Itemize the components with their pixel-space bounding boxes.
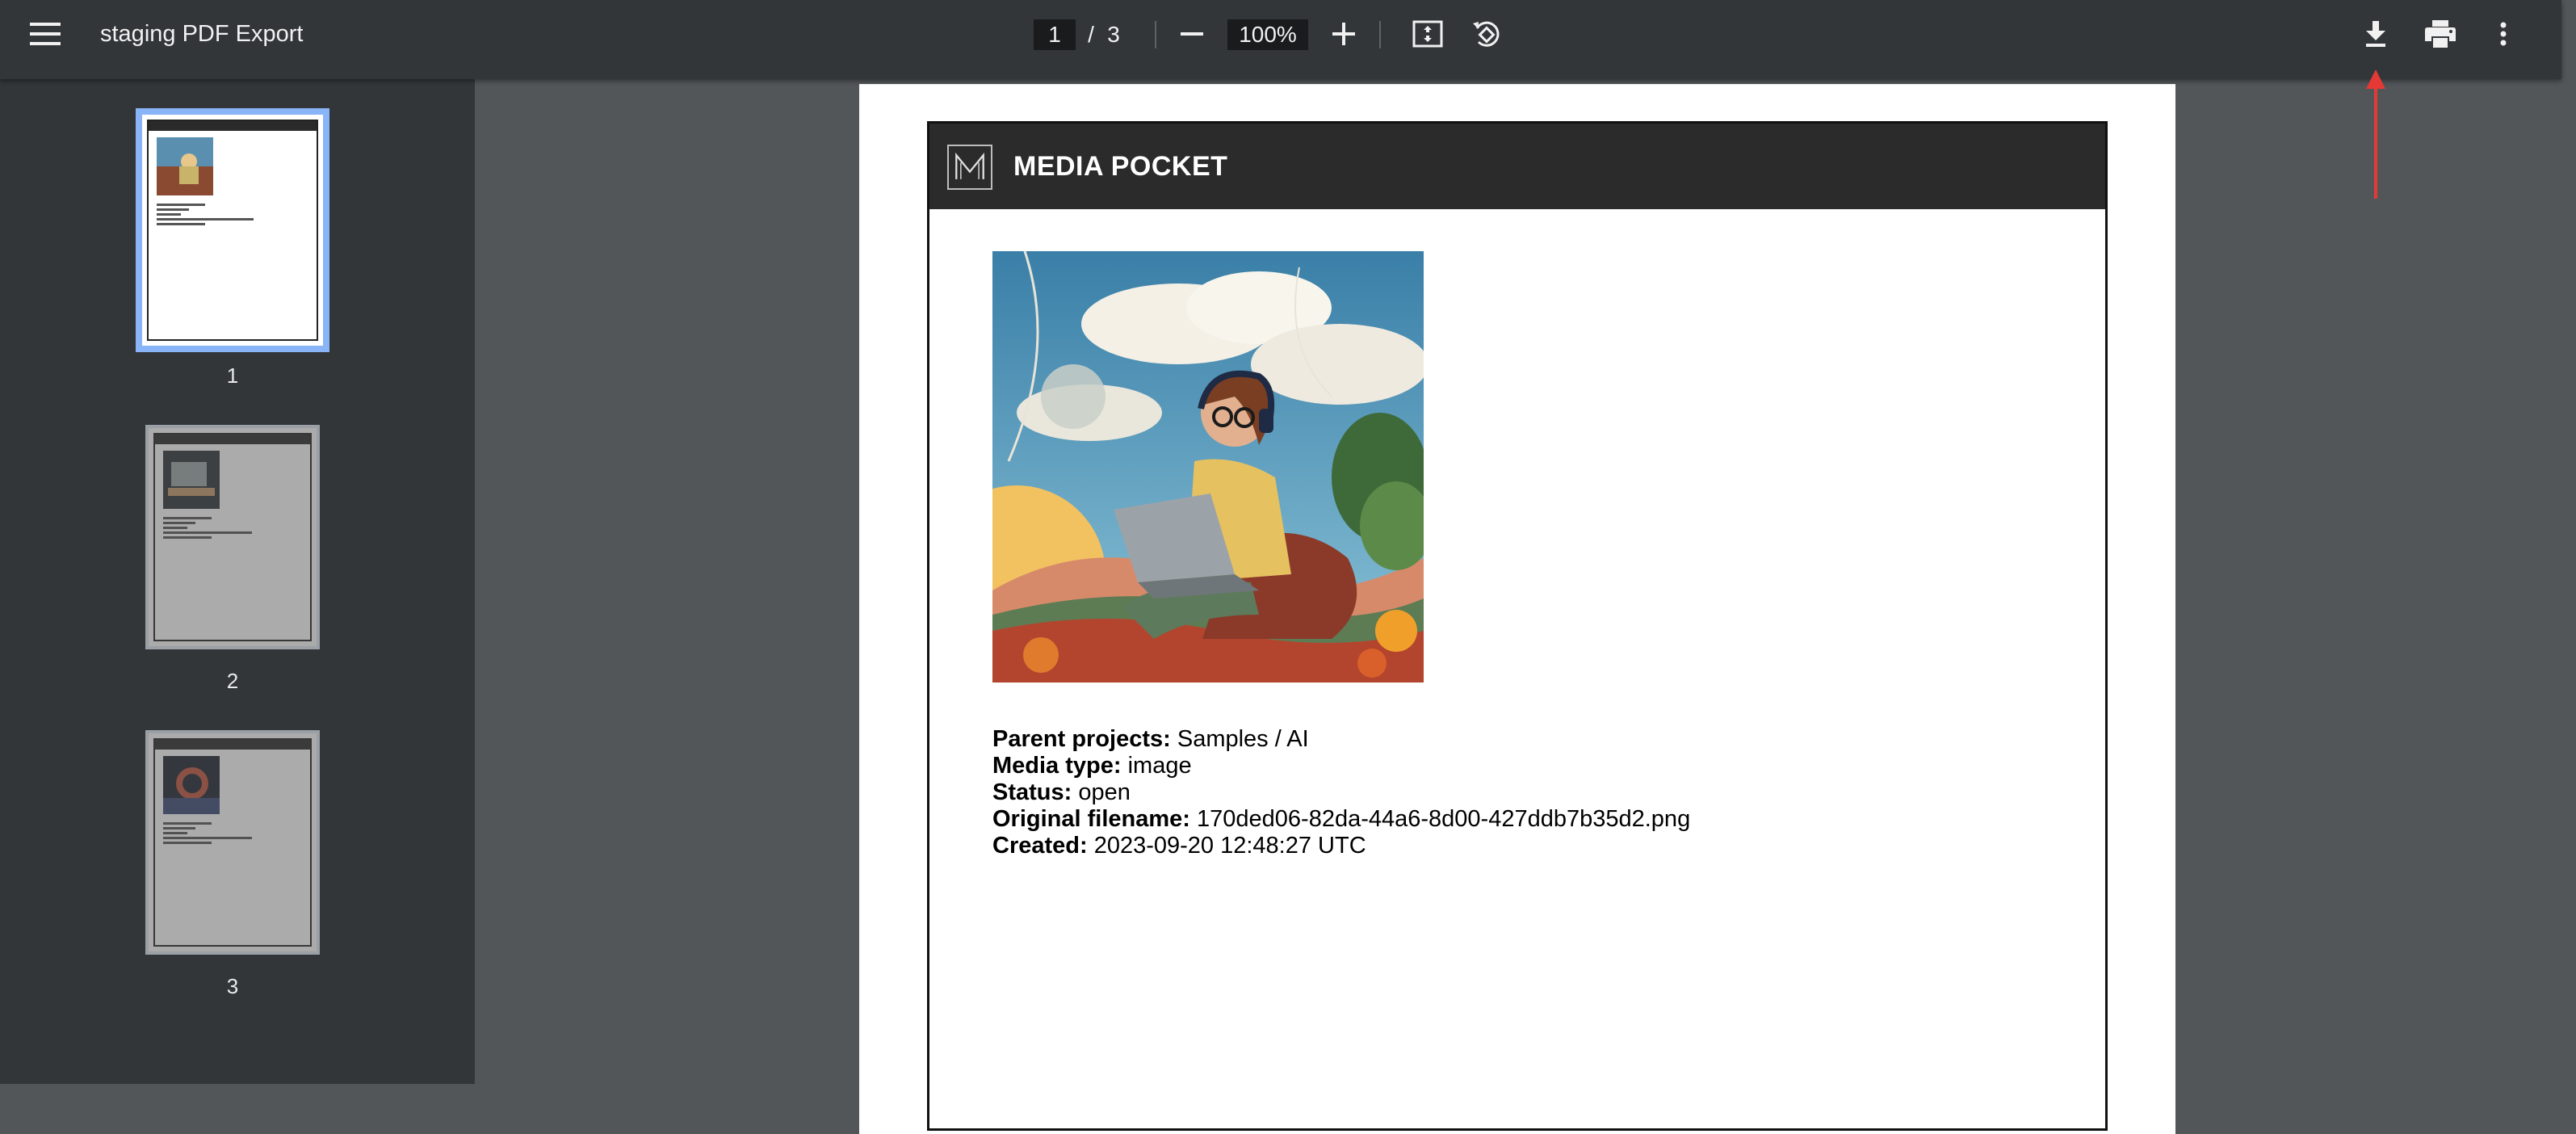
- document-header: MEDIA POCKET: [929, 124, 2105, 209]
- fit-to-page-icon: [1412, 20, 1443, 48]
- zoom-out-button[interactable]: [1166, 8, 1218, 60]
- metadata-original-filename: Original filename: 170ded06-82da-44a6-8d…: [992, 806, 1690, 833]
- page-thumbnail-2[interactable]: [145, 425, 320, 649]
- page-content-frame: MEDIA POCKET Parent projects: Samples / …: [927, 121, 2108, 1131]
- thumbnail-page-border: [147, 120, 318, 341]
- zoom-level-input[interactable]: 100%: [1227, 19, 1308, 50]
- media-preview-image: [992, 251, 1424, 682]
- fit-to-page-button[interactable]: [1402, 8, 1454, 60]
- menu-button[interactable]: [19, 8, 71, 60]
- pdf-toolbar: staging PDF Export 1 / 3 100%: [0, 0, 2561, 79]
- plus-icon: [1332, 23, 1355, 45]
- page-number-input[interactable]: 1: [1034, 19, 1076, 50]
- metadata-created: Created: 2023-09-20 12:48:27 UTC: [992, 833, 1690, 859]
- rotate-counterclockwise-icon: [1473, 21, 1500, 47]
- zoom-in-button[interactable]: [1318, 8, 1370, 60]
- page-thumbnail-1[interactable]: [136, 108, 329, 352]
- annotation-arrow-icon: [2366, 69, 2385, 199]
- thumbnail-text-line: [157, 223, 205, 225]
- metadata-label: Original filename:: [992, 806, 1190, 832]
- metadata-label: Status:: [992, 779, 1072, 805]
- thumbnail-dim-overlay: [149, 733, 317, 951]
- thumbnail-label: 2: [226, 669, 239, 693]
- print-icon: [2425, 20, 2456, 48]
- metadata-value: 2023-09-20 12:48:27 UTC: [1087, 833, 1366, 859]
- thumbnail-label: 3: [226, 974, 239, 998]
- more-vertical-icon: [2500, 22, 2507, 46]
- brand-name: MEDIA POCKET: [1013, 151, 1228, 182]
- thumbnail-text-line: [157, 213, 181, 216]
- thumbnail-label: 1: [226, 363, 239, 388]
- download-button[interactable]: [2350, 8, 2402, 60]
- metadata-value: image: [1121, 753, 1192, 779]
- metadata-label: Created:: [992, 833, 1088, 859]
- thumbnail-text-line: [157, 208, 189, 211]
- metadata-label: Media type:: [992, 753, 1122, 779]
- thumbnail-dim-overlay: [149, 428, 317, 646]
- metadata-media-type: Media type: image: [992, 753, 1690, 779]
- download-icon: [2366, 21, 2385, 47]
- print-button[interactable]: [2414, 8, 2466, 60]
- metadata-value: Samples / AI: [1170, 726, 1309, 752]
- metadata-value: 170ded06-82da-44a6-8d00-427ddb7b35d2.png: [1189, 806, 1691, 832]
- page-separator: /: [1088, 22, 1094, 47]
- metadata-status: Status: open: [992, 779, 1690, 806]
- toolbar-divider: [1155, 21, 1156, 48]
- thumbnail-image: [157, 137, 213, 195]
- media-metadata: Parent projects: Samples / AI Media type…: [992, 726, 1690, 859]
- metadata-parent-projects: Parent projects: Samples / AI: [992, 726, 1690, 753]
- minus-icon: [1181, 32, 1203, 36]
- page-total: 3: [1107, 22, 1120, 47]
- rotate-button[interactable]: [1460, 8, 1512, 60]
- hamburger-menu-icon: [30, 23, 61, 45]
- document-title: staging PDF Export: [100, 21, 304, 47]
- page-thumbnail-3[interactable]: [145, 730, 320, 955]
- more-options-button[interactable]: [2477, 8, 2529, 60]
- metadata-label: Parent projects:: [992, 726, 1171, 752]
- thumbnail-text-line: [157, 204, 205, 206]
- thumbnail-header-bar: [149, 121, 317, 131]
- media-pocket-logo-icon: [947, 145, 992, 190]
- metadata-value: open: [1072, 779, 1131, 805]
- thumbnail-text-line: [157, 218, 254, 220]
- toolbar-divider: [1379, 21, 1381, 48]
- thumbnail-sidebar: 1 2 3: [0, 79, 475, 1084]
